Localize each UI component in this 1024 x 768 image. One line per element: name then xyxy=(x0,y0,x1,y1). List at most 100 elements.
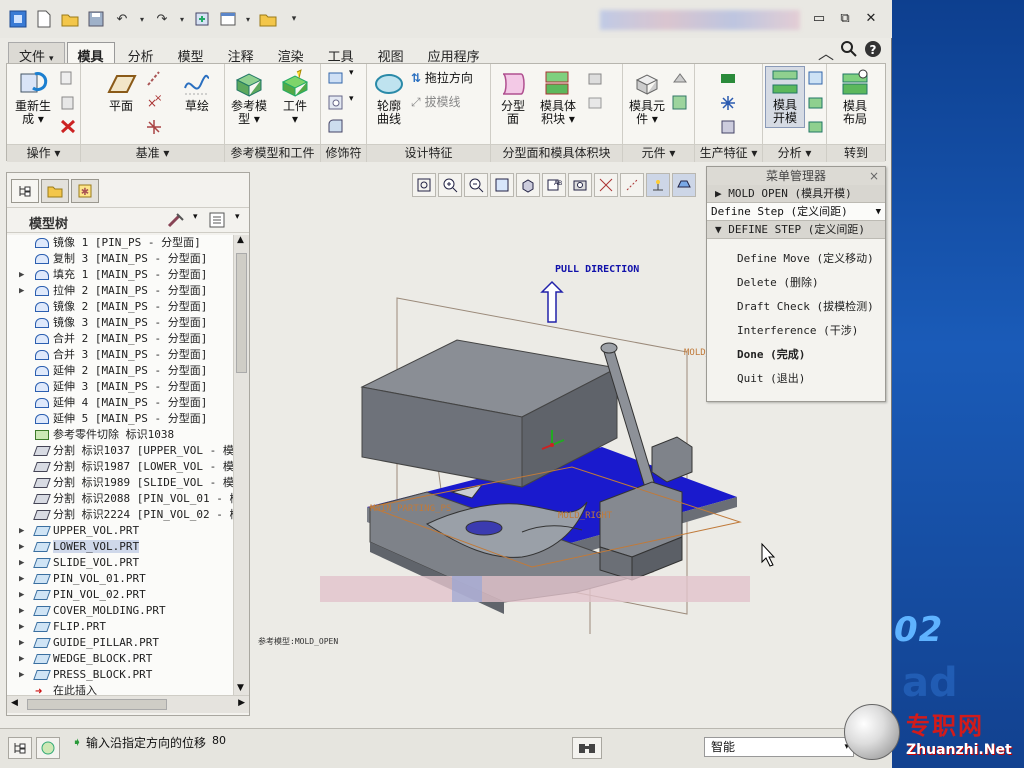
tree-row[interactable]: 镜像 3 [MAIN_PS - 分型面] xyxy=(7,315,233,331)
perspective-icon[interactable] xyxy=(594,173,618,197)
hole-icon[interactable] xyxy=(327,94,345,110)
scroll-up-icon[interactable]: ▲ xyxy=(237,235,244,245)
repaint-icon[interactable] xyxy=(490,173,514,197)
thickness-check-icon[interactable] xyxy=(807,94,825,110)
shell-icon[interactable] xyxy=(327,70,345,86)
reference-model-button[interactable]: 参考模 型 ▾ xyxy=(227,68,271,126)
selection-filter[interactable]: 智能 ▾ xyxy=(704,737,854,757)
annotation-display-icon[interactable] xyxy=(646,173,670,197)
tree-row[interactable]: 分割 标识1037 [UPPER_VOL - 模… xyxy=(7,443,233,459)
tree-horizontal-scrollbar[interactable]: ◀ ▶ xyxy=(7,695,249,713)
tree-row[interactable]: ▶ SLIDE_VOL.PRT xyxy=(7,555,233,571)
redo-dropdown-icon[interactable]: ▾ xyxy=(178,9,186,29)
browser-toggle-icon[interactable] xyxy=(36,737,60,759)
redo-icon[interactable]: ↷ xyxy=(152,9,172,29)
group-analysis-title[interactable]: 分析 ▾ xyxy=(763,144,826,162)
tree-row[interactable]: 参考零件切除 标识1038 xyxy=(7,427,233,443)
paste-icon[interactable] xyxy=(59,94,77,110)
menu-item-2[interactable]: Draft Check (拔模检测) xyxy=(707,295,885,319)
sketch-button[interactable]: 草绘 xyxy=(177,68,217,113)
zoom-out-icon[interactable] xyxy=(464,173,488,197)
tab-6[interactable]: 工具 xyxy=(317,42,365,65)
shell-dropdown-icon[interactable]: ▾ xyxy=(349,68,354,78)
tree-settings-icon[interactable] xyxy=(167,212,185,231)
draft-line-button[interactable]: ⤢ 拔模线 xyxy=(411,96,489,109)
menu-item-5[interactable]: Quit (退出) xyxy=(707,367,885,391)
mold-volume-button[interactable]: 模具体 积块 ▾ xyxy=(535,68,581,126)
round-icon[interactable] xyxy=(327,118,345,134)
display-style-icon[interactable] xyxy=(516,173,540,197)
expand-arrow-icon[interactable]: ▶ xyxy=(19,523,24,539)
tree-row[interactable]: 分割 标识1987 [LOWER_VOL - 模… xyxy=(7,459,233,475)
expand-arrow-icon[interactable]: ▶ xyxy=(19,667,24,683)
regenerate-button[interactable]: 重新生 成 ▾ xyxy=(9,68,57,126)
windows-dropdown-icon[interactable]: ▾ xyxy=(244,9,252,29)
undo-dropdown-icon[interactable]: ▾ xyxy=(138,9,146,29)
datum-display-icon[interactable] xyxy=(620,173,644,197)
scroll-down-icon[interactable]: ▼ xyxy=(237,683,244,693)
expand-arrow-icon[interactable]: ▶ xyxy=(19,619,24,635)
expand-arrow-icon[interactable]: ▶ xyxy=(19,635,24,651)
tab-3[interactable]: 模型 xyxy=(167,42,215,65)
expand-arrow-icon[interactable]: ▶ xyxy=(19,603,24,619)
favorites-tab-icon[interactable]: ✱ xyxy=(71,179,99,203)
menu-close-icon[interactable]: × xyxy=(869,167,879,185)
expand-arrow-icon[interactable]: ▶ xyxy=(19,587,24,603)
tree-row[interactable]: 延伸 4 [MAIN_PS - 分型面] xyxy=(7,395,233,411)
customize-qat-icon[interactable]: ▾ xyxy=(284,9,304,29)
tree-vertical-scrollbar[interactable]: ▲ ▼ xyxy=(233,235,249,695)
tree-row[interactable]: ▶ FLIP.PRT xyxy=(7,619,233,635)
tab-5[interactable]: 渲染 xyxy=(267,42,315,65)
help-icon[interactable]: ? xyxy=(864,40,882,62)
group-operations-title[interactable]: 操作 ▾ xyxy=(7,144,80,162)
tree-settings-dropdown-icon[interactable]: ▾ xyxy=(193,212,198,222)
save-icon[interactable] xyxy=(86,9,106,29)
group-component-title[interactable]: 元件 ▾ xyxy=(623,144,694,162)
mold-open-button[interactable]: 模具 开模 xyxy=(765,66,805,128)
tree-row[interactable]: ▶ PIN_VOL_02.PRT xyxy=(7,587,233,603)
close-window-folder-icon[interactable] xyxy=(258,9,278,29)
tab-1[interactable]: 模具 xyxy=(66,42,115,65)
tree-row[interactable]: ▶ WEDGE_BLOCK.PRT xyxy=(7,651,233,667)
tree-row[interactable]: 延伸 5 [MAIN_PS - 分型面] xyxy=(7,411,233,427)
group-datum-title[interactable]: 基准 ▾ xyxy=(81,144,224,162)
projected-area-icon[interactable] xyxy=(807,118,825,134)
tree-row[interactable]: ▶ UPPER_VOL.PRT xyxy=(7,523,233,539)
refit-icon[interactable] xyxy=(412,173,436,197)
coordinate-system-icon[interactable] xyxy=(145,118,163,134)
datum-point-icon[interactable]: ×× xyxy=(145,94,163,110)
tab-7[interactable]: 视图 xyxy=(367,42,415,65)
minimize-icon[interactable]: ▭ xyxy=(808,8,830,28)
model-tree-tab-icon[interactable] xyxy=(11,179,39,203)
tab-4[interactable]: 注释 xyxy=(217,42,265,65)
folder-browser-tab-icon[interactable] xyxy=(41,179,69,203)
workpiece-button[interactable]: 工件 ▾ xyxy=(273,68,317,126)
datum-axis-icon[interactable] xyxy=(145,70,163,86)
show-dropdown-icon[interactable]: ▾ xyxy=(235,212,240,222)
parting-surface-button[interactable]: 分型 面 xyxy=(493,68,533,126)
expand-arrow-icon[interactable]: ▶ xyxy=(19,571,24,587)
tree-row[interactable]: 分割 标识2224 [PIN_VOL_02 - 模 xyxy=(7,507,233,523)
scroll-right-icon[interactable]: ▶ xyxy=(238,698,245,708)
navigator-toggle-icon[interactable] xyxy=(8,737,32,759)
regenerate-qat-icon[interactable] xyxy=(192,9,212,29)
menu-item-1[interactable]: Delete (删除) xyxy=(707,271,885,295)
expand-arrow-icon[interactable]: ▶ xyxy=(19,283,24,299)
collapse-ribbon-icon[interactable]: ︿ xyxy=(818,40,834,64)
copy-icon[interactable] xyxy=(59,70,77,86)
search-icon[interactable] xyxy=(840,40,858,62)
tree-row[interactable]: ▶ LOWER_VOL.PRT xyxy=(7,539,233,555)
tab-0[interactable]: 文件 ▾ xyxy=(8,42,65,65)
tree-row[interactable]: ▶ 拉伸 2 [MAIN_PS - 分型面] xyxy=(7,283,233,299)
expand-arrow-icon[interactable]: ▶ xyxy=(19,267,24,283)
cavity-layout-icon[interactable] xyxy=(671,70,689,86)
new-file-icon[interactable] xyxy=(34,9,54,29)
tree-row[interactable]: ▶ COVER_MOLDING.PRT xyxy=(7,603,233,619)
tree-row[interactable]: ➜ 在此插入 xyxy=(7,683,233,695)
draft-check-icon[interactable] xyxy=(807,70,825,86)
maximize-icon[interactable]: ⧉ xyxy=(834,8,856,28)
group-production-title[interactable]: 生产特征 ▾ xyxy=(695,144,762,162)
menu-item-0[interactable]: Define Move (定义移动) xyxy=(707,247,885,271)
ejector-icon[interactable] xyxy=(719,118,737,134)
menu-header-mold-open[interactable]: ▶ MOLD OPEN (模具开模) xyxy=(707,185,885,203)
